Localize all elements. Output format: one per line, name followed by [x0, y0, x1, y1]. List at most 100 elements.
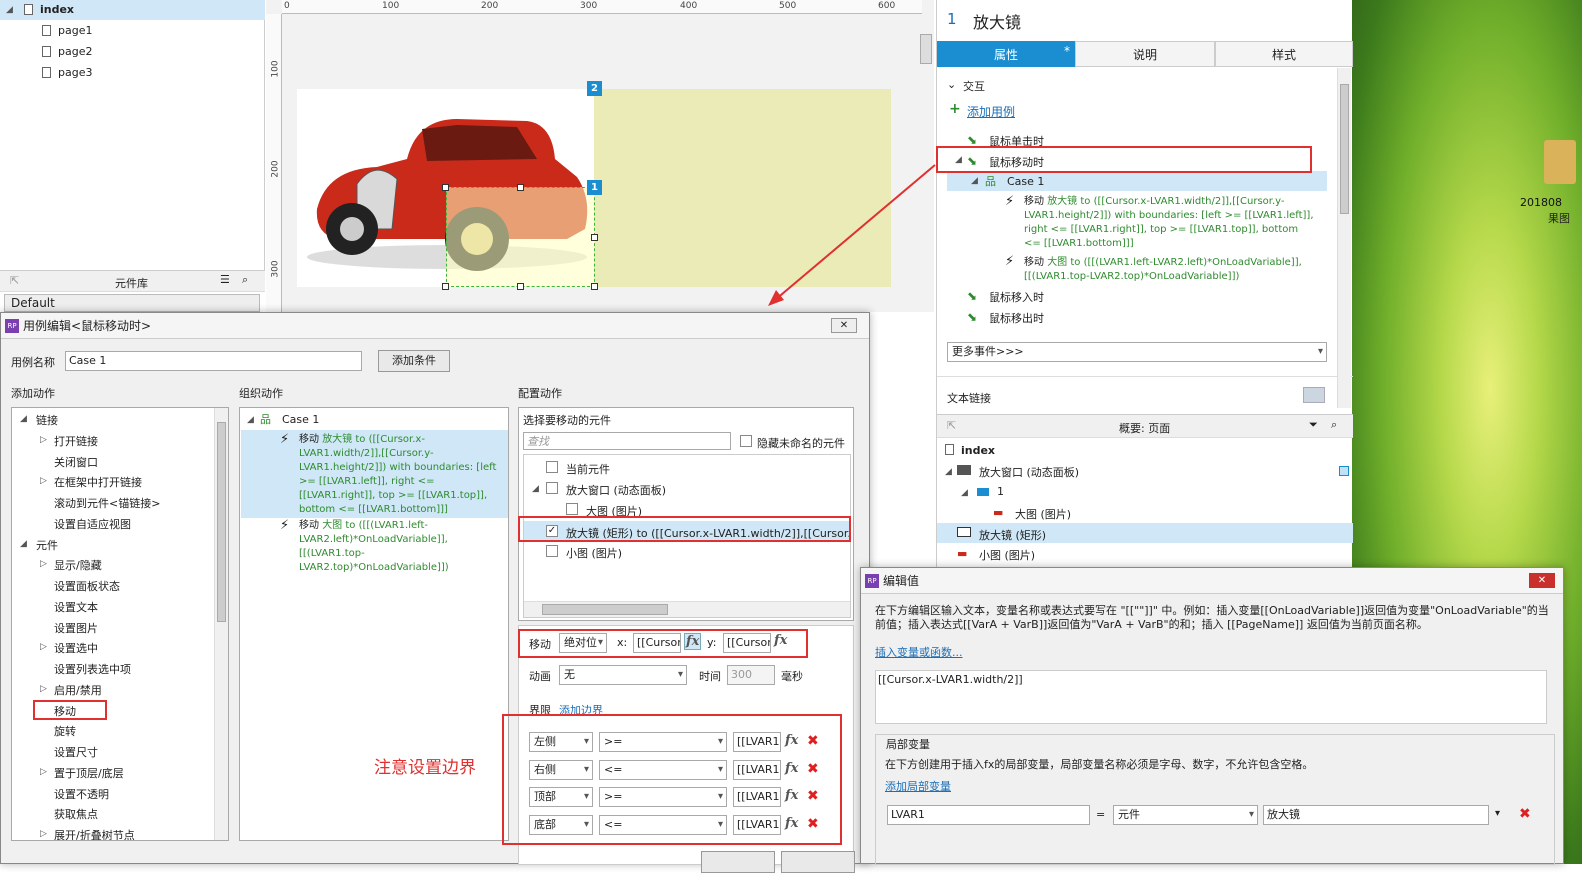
event-mouse-leave[interactable]: ⬊ 鼠标移出时	[967, 310, 1044, 326]
library-select[interactable]: Default	[4, 294, 260, 312]
widget-checkbox[interactable]	[566, 503, 578, 515]
org-action-1[interactable]: 移动 放大镜 to ([[Cursor.x-LVAR1.width/2]],[[…	[299, 433, 504, 517]
widget-item[interactable]: 小图 (图片)	[566, 545, 622, 561]
collapse-icon[interactable]: ◢	[6, 0, 13, 20]
expand-icon[interactable]: ▷	[40, 559, 47, 569]
action-label: 设置面板状态	[54, 580, 120, 593]
outline-row-magnifier[interactable]: 放大镜 (矩形)	[937, 523, 1353, 543]
pin-icon[interactable]: ⇱	[947, 419, 956, 432]
pin-icon[interactable]: ⇱	[10, 274, 19, 287]
resize-handle[interactable]	[442, 184, 449, 191]
widget-search-input[interactable]: 查找	[523, 432, 731, 450]
widget-checkbox[interactable]	[546, 545, 558, 557]
delete-icon[interactable]: ✖	[1519, 806, 1531, 822]
action-label: 链接	[36, 414, 58, 427]
folder-icon[interactable]	[1544, 140, 1576, 184]
action-verb: 移动	[1024, 257, 1048, 268]
search-icon[interactable]: ⌕	[1331, 418, 1337, 432]
collapse-icon[interactable]: ◢	[532, 484, 539, 494]
resize-handle[interactable]	[591, 234, 598, 241]
chevron-down-icon[interactable]: ⌄	[947, 78, 956, 91]
action-move-magnifier[interactable]: 移动 放大镜 to ([[Cursor.x-LVAR1.width/2]],[[…	[1024, 195, 1314, 251]
more-events-select[interactable]: 更多事件>>>	[947, 342, 1327, 362]
outline-dyn-panel[interactable]: 放大窗口 (动态面板)	[979, 464, 1079, 480]
local-var-type-select[interactable]: 元件	[1113, 805, 1258, 825]
outline-root[interactable]: index	[961, 444, 995, 457]
widget-item[interactable]: 放大窗口 (动态面板)	[566, 482, 666, 498]
add-case-link[interactable]: 添加用例	[967, 103, 1015, 120]
add-actions-tree[interactable]: ◢ 链接 ▷ 打开链接 关闭窗口 ▷ 在框架中打开链接 滚动到元件<锚链接> 设置自适应视图 ◢ 元…	[11, 407, 229, 841]
page-item-page1[interactable]: page1	[0, 21, 265, 41]
tab-notes[interactable]: 说明	[1075, 41, 1215, 67]
scrollbar[interactable]	[214, 408, 228, 840]
canvas-scrollbar[interactable]	[920, 34, 932, 64]
resize-handle[interactable]	[517, 184, 524, 191]
expand-icon[interactable]: ▷	[40, 767, 47, 777]
expand-icon[interactable]: ▷	[40, 476, 47, 486]
add-condition-button[interactable]: 添加条件	[378, 350, 450, 372]
cancel-button[interactable]	[781, 851, 855, 873]
widget-item[interactable]: 当前元件	[566, 461, 610, 477]
page-item-page3[interactable]: page3	[0, 63, 265, 83]
resize-handle[interactable]	[517, 283, 524, 290]
collapse-icon[interactable]: ◢	[945, 467, 952, 477]
visibility-icon[interactable]	[1339, 466, 1349, 476]
config-widgets-panel: 选择要移动的元件 查找 隐藏未命名的元件 当前元件 ◢ 放大窗口 (动态面板) …	[518, 407, 854, 621]
widget-checkbox[interactable]	[546, 482, 558, 494]
widget-name[interactable]: 放大镜	[973, 9, 1021, 33]
collapse-icon[interactable]: ◢	[247, 415, 254, 425]
chevron-down-icon[interactable]: ▾	[1495, 808, 1500, 819]
scroll-thumb[interactable]	[542, 604, 668, 615]
filter-icon[interactable]: ⏷	[1309, 418, 1318, 432]
scroll-thumb[interactable]	[1340, 84, 1349, 214]
local-var-name-input[interactable]: LVAR1	[887, 805, 1090, 825]
outline-small-image[interactable]: 小图 (图片)	[979, 547, 1035, 563]
action-icon: ⚡	[1005, 254, 1015, 269]
scroll-thumb[interactable]	[217, 422, 226, 622]
tab-properties[interactable]: 属性 *	[937, 41, 1075, 67]
widget-badge-1: 1	[587, 180, 602, 195]
org-action-2[interactable]: 移动 大图 to ([[(LVAR1.left-LVAR2.left)*OnLo…	[299, 519, 504, 575]
time-input[interactable]: 300	[727, 665, 775, 685]
menu-icon[interactable]: ☰	[220, 273, 230, 286]
action-move-big-image[interactable]: 移动 大图 to ([[(LVAR1.left-LVAR2.left)*OnLo…	[1024, 256, 1314, 284]
expand-icon[interactable]: ▷	[40, 435, 47, 445]
page-item-index[interactable]: ◢ index	[0, 0, 265, 20]
resize-handle[interactable]	[591, 283, 598, 290]
dialog-title: 用例编辑<鼠标移动时>	[23, 319, 152, 333]
link-icon[interactable]	[1303, 387, 1325, 403]
collapse-icon[interactable]: ◢	[961, 488, 968, 498]
inspector-scrollbar[interactable]	[1337, 68, 1351, 408]
expand-icon[interactable]: ▷	[40, 642, 47, 652]
add-local-var-link[interactable]: 添加局部变量	[885, 778, 951, 794]
anim-select[interactable]: 无	[559, 665, 687, 685]
widget-checkbox[interactable]	[546, 461, 558, 473]
page-label: page1	[58, 24, 93, 37]
magnifier-rect[interactable]	[446, 187, 595, 287]
local-var-target-input[interactable]: 放大镜	[1263, 805, 1489, 825]
collapse-icon[interactable]: ◢	[20, 539, 27, 549]
outline-state[interactable]: 1	[997, 485, 1004, 498]
event-mouse-enter[interactable]: ⬊ 鼠标移入时	[967, 289, 1044, 305]
search-icon[interactable]: ⌕	[242, 273, 248, 287]
case-name-input[interactable]: Case 1	[65, 351, 362, 371]
page-item-page2[interactable]: page2	[0, 42, 265, 62]
ok-button[interactable]	[701, 851, 775, 873]
hide-unnamed-checkbox[interactable]	[740, 435, 752, 447]
resize-handle[interactable]	[442, 283, 449, 290]
action-target: 大图	[322, 520, 343, 531]
outline-big-image[interactable]: 大图 (图片)	[1015, 506, 1071, 522]
collapse-icon[interactable]: ◢	[971, 176, 978, 186]
expand-icon[interactable]: ▷	[40, 829, 47, 839]
col-config-actions: 配置动作	[518, 387, 562, 400]
close-icon[interactable]: ✕	[831, 318, 857, 333]
case-row[interactable]: ◢ 品 Case 1	[947, 171, 1327, 191]
tab-style[interactable]: 样式	[1215, 41, 1353, 67]
widget-index: 1	[947, 10, 957, 28]
close-icon[interactable]: ✕	[1529, 573, 1555, 588]
expand-icon[interactable]: ▷	[40, 684, 47, 694]
horizontal-scrollbar[interactable]	[524, 601, 850, 617]
expression-textarea[interactable]: [[Cursor.x-LVAR1.width/2]]	[875, 670, 1547, 724]
insert-variable-link[interactable]: 插入变量或函数...	[875, 644, 963, 660]
collapse-icon[interactable]: ◢	[20, 414, 27, 424]
